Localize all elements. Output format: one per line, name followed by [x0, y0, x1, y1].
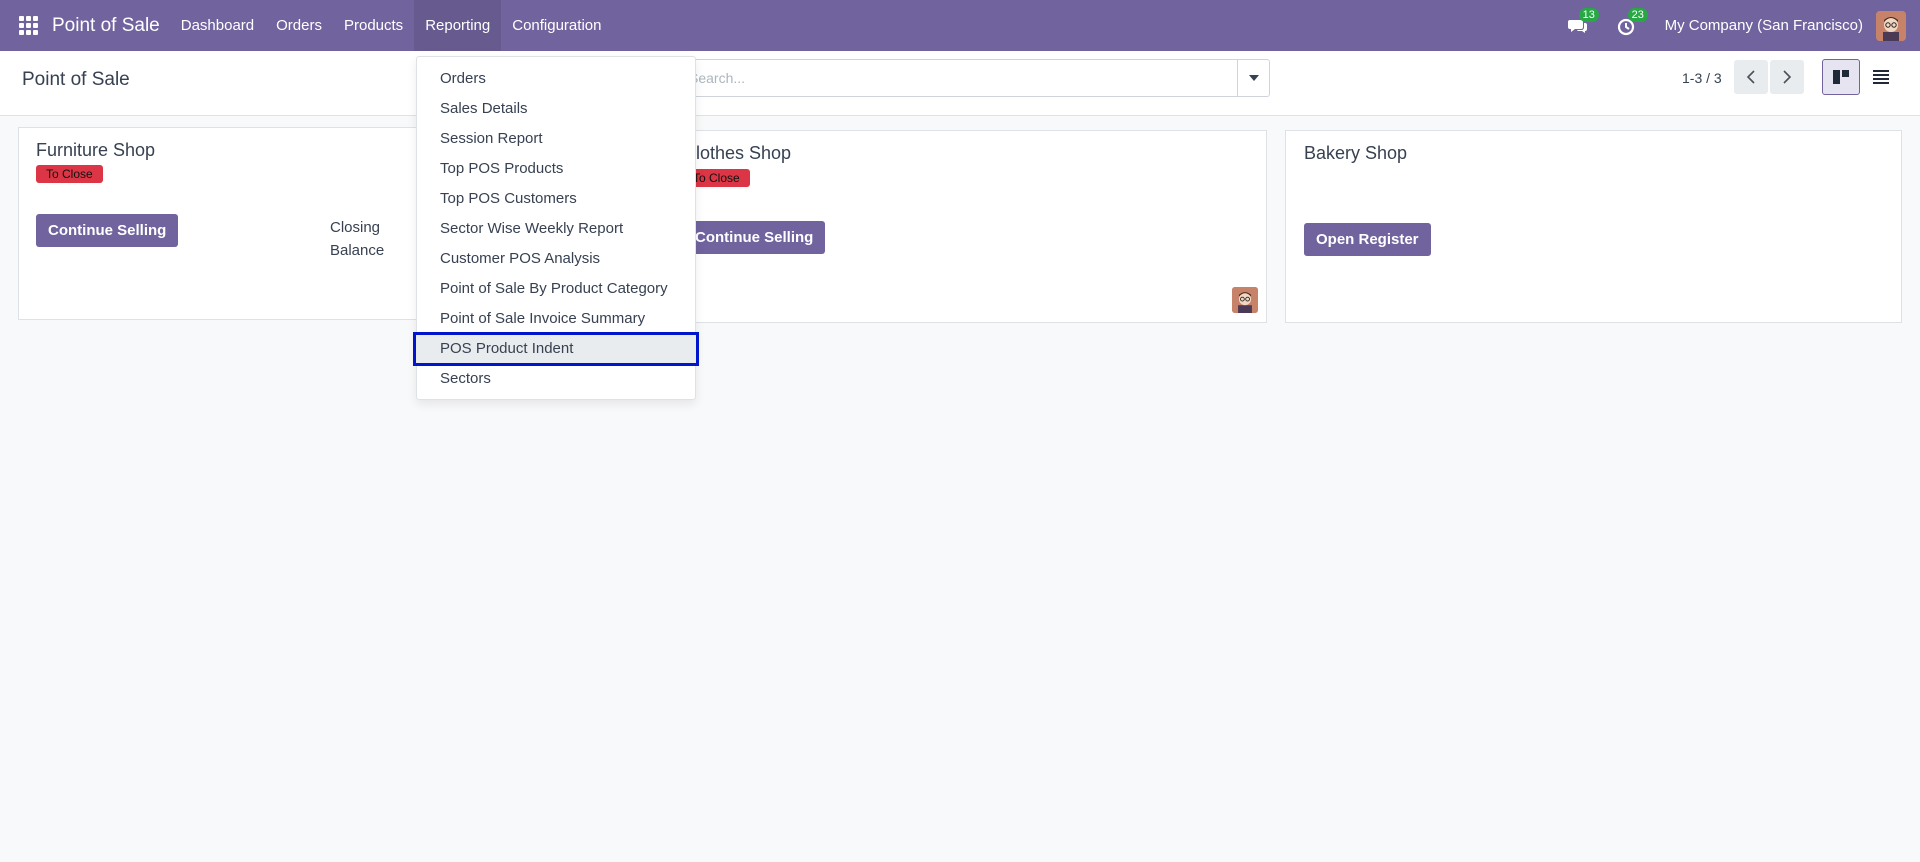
list-view-button[interactable] [1862, 59, 1900, 95]
menu-item-pos-invoice-summary[interactable]: Point of Sale Invoice Summary [417, 304, 695, 334]
pager-value[interactable]: 1-3 / 3 [1682, 70, 1722, 86]
continue-selling-button[interactable]: Continue Selling [683, 221, 826, 254]
menu-item-pos-by-product-category[interactable]: Point of Sale By Product Category [417, 274, 695, 304]
pos-card-bakery: Bakery Shop Open Register [1285, 130, 1902, 323]
pos-card-furniture: Furniture Shop To Close Continue Selling… [18, 127, 434, 320]
activities-count-badge: 23 [1627, 7, 1648, 22]
activities-clock-icon[interactable]: 23 [1616, 7, 1648, 37]
page-title: Point of Sale [22, 69, 130, 90]
closing-label-line1: Closing [330, 219, 381, 236]
kanban-view-icon [1833, 70, 1849, 84]
menu-item-customer-pos-analysis[interactable]: Customer POS Analysis [417, 244, 695, 274]
closing-label-line2: Balance [330, 242, 385, 259]
menu-item-sector-wise-weekly-report[interactable]: Sector Wise Weekly Report [417, 214, 695, 244]
open-register-button[interactable]: Open Register [1304, 223, 1431, 256]
caret-down-icon [1248, 75, 1259, 81]
messages-count-badge: 13 [1578, 7, 1599, 22]
pos-card-clothes: Clothes Shop To Close Continue Selling [640, 130, 1267, 323]
menu-item-sales-details[interactable]: Sales Details [417, 94, 695, 124]
control-panel: Point of Sale 1-3 / 3 [0, 51, 1920, 116]
chevron-left-icon [1747, 70, 1755, 84]
search-box [672, 59, 1270, 97]
responsible-user-avatar[interactable] [1232, 287, 1258, 313]
menu-item-orders[interactable]: Orders [417, 64, 695, 94]
top-navbar: Point of Sale Dashboard Orders Products … [0, 0, 1920, 51]
chevron-right-icon [1783, 70, 1791, 84]
menu-item-top-pos-products[interactable]: Top POS Products [417, 154, 695, 184]
messages-icon[interactable]: 13 [1567, 7, 1599, 37]
list-view-icon [1873, 70, 1889, 84]
card-title[interactable]: Clothes Shop [683, 143, 791, 164]
menu-products[interactable]: Products [333, 0, 414, 51]
kanban-view-button[interactable] [1822, 59, 1860, 95]
company-switcher[interactable]: My Company (San Francisco) [1665, 17, 1863, 34]
menu-dashboard[interactable]: Dashboard [170, 0, 265, 51]
menu-item-pos-product-indent[interactable]: POS Product Indent [413, 332, 699, 366]
closing-balance-label: Closing Balance [330, 216, 400, 262]
pager-next-button[interactable] [1770, 60, 1804, 94]
menu-reporting[interactable]: Reporting [414, 0, 502, 51]
menu-configuration[interactable]: Configuration [501, 0, 612, 51]
menu-item-top-pos-customers[interactable]: Top POS Customers [417, 184, 695, 214]
apps-menu-icon[interactable] [19, 15, 39, 36]
pager-previous-button[interactable] [1734, 60, 1768, 94]
continue-selling-button[interactable]: Continue Selling [36, 214, 179, 247]
search-options-toggle[interactable] [1237, 60, 1269, 96]
menu-item-sectors[interactable]: Sectors [417, 364, 695, 394]
menu-orders[interactable]: Orders [265, 0, 333, 51]
status-badge: To Close [36, 165, 103, 183]
app-brand[interactable]: Point of Sale [52, 15, 160, 37]
menu-item-session-report[interactable]: Session Report [417, 124, 695, 154]
user-avatar[interactable] [1876, 10, 1906, 41]
card-title[interactable]: Furniture Shop [36, 140, 155, 161]
search-input[interactable] [673, 60, 1237, 96]
card-title[interactable]: Bakery Shop [1304, 143, 1407, 164]
reporting-dropdown-menu: Orders Sales Details Session Report Top … [413, 56, 699, 400]
